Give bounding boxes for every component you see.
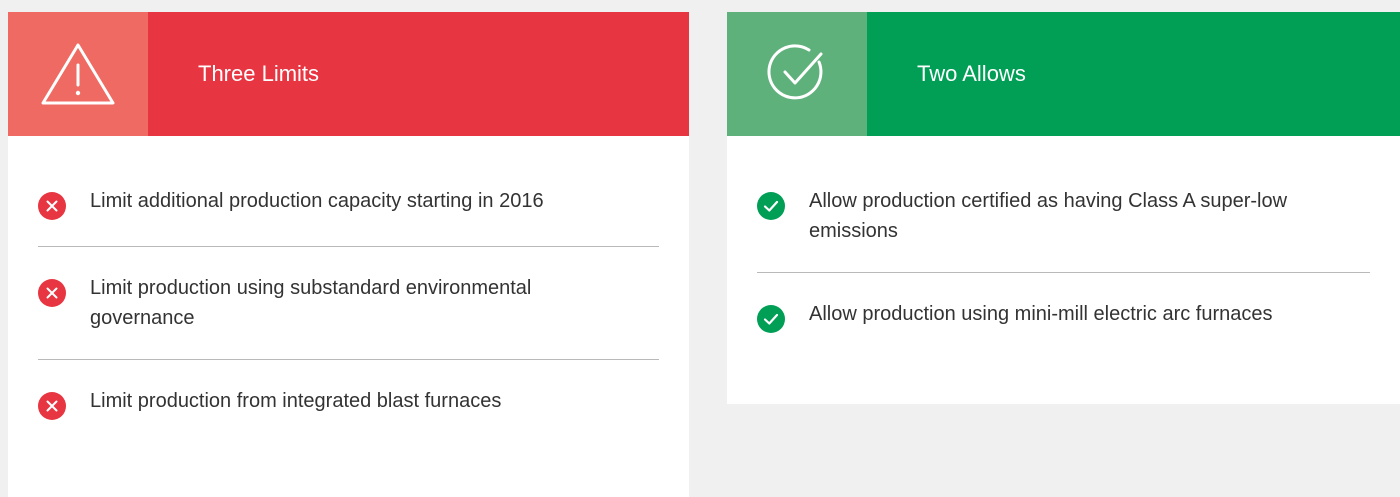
limits-header: Three Limits bbox=[8, 12, 689, 136]
list-item: Limit production using substandard envir… bbox=[38, 273, 659, 360]
list-item: Limit additional production capacity sta… bbox=[38, 186, 659, 247]
check-circle-icon bbox=[757, 192, 785, 220]
warning-triangle-icon bbox=[41, 43, 115, 105]
list-item-text: Limit production from integrated blast f… bbox=[90, 390, 502, 412]
limits-header-icon-box bbox=[8, 12, 148, 136]
check-circle-icon bbox=[757, 305, 785, 333]
list-item: Allow production using mini-mill electri… bbox=[757, 299, 1370, 359]
x-circle-icon bbox=[38, 392, 66, 420]
allows-header-icon-box bbox=[727, 12, 867, 136]
x-circle-icon bbox=[38, 279, 66, 307]
list-item: Allow production certified as having Cla… bbox=[757, 186, 1370, 273]
list-item-text: Limit production using substandard envir… bbox=[90, 277, 532, 329]
list-item-text: Limit additional production capacity sta… bbox=[90, 190, 544, 212]
check-circle-icon bbox=[767, 44, 823, 100]
x-circle-icon bbox=[38, 192, 66, 220]
list-item-text: Allow production using mini-mill electri… bbox=[809, 303, 1273, 325]
list-item: Limit production from integrated blast f… bbox=[38, 386, 659, 446]
allows-title: Two Allows bbox=[867, 12, 1400, 136]
allows-card: Two Allows Allow production certified as… bbox=[727, 12, 1400, 404]
list-item-text: Allow production certified as having Cla… bbox=[809, 190, 1288, 242]
limits-card: Three Limits Limit additional production… bbox=[8, 12, 689, 497]
allows-header: Two Allows bbox=[727, 12, 1400, 136]
allows-list: Allow production certified as having Cla… bbox=[727, 136, 1400, 359]
limits-list: Limit additional production capacity sta… bbox=[8, 136, 689, 446]
limits-title: Three Limits bbox=[148, 12, 689, 136]
